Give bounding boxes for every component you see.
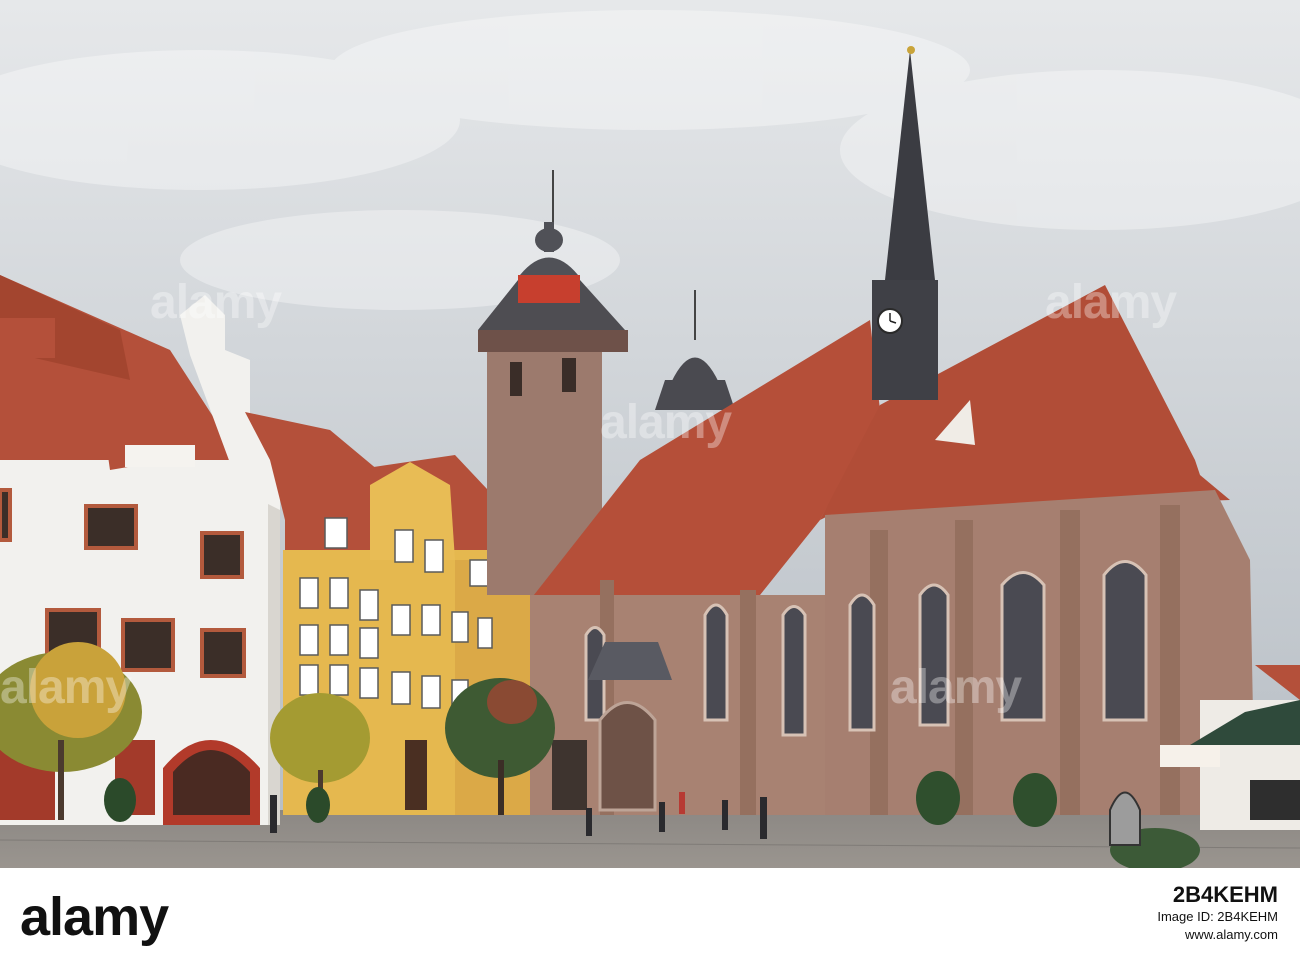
image-id-code: 2B4KEHM <box>1172 882 1278 907</box>
image-id-line: Image ID: 2B4KEHM <box>1157 909 1278 924</box>
brand-logo: alamy <box>20 887 169 947</box>
site-url[interactable]: www.alamy.com <box>1157 926 1278 944</box>
photo: alamy alamy alamy alamy alamy <box>0 0 1300 868</box>
footer-bar: alamy 2B4KEHM Image ID: 2B4KEHM www.alam… <box>0 868 1300 957</box>
watermark-5: alamy <box>890 661 1022 714</box>
watermark-1: alamy <box>150 276 282 329</box>
watermark-2: alamy <box>600 396 732 449</box>
watermark-4: alamy <box>0 661 132 714</box>
watermark-3: alamy <box>1045 276 1177 329</box>
statue <box>1109 791 1141 846</box>
image-info: 2B4KEHM Image ID: 2B4KEHM www.alamy.com <box>1157 882 1278 944</box>
